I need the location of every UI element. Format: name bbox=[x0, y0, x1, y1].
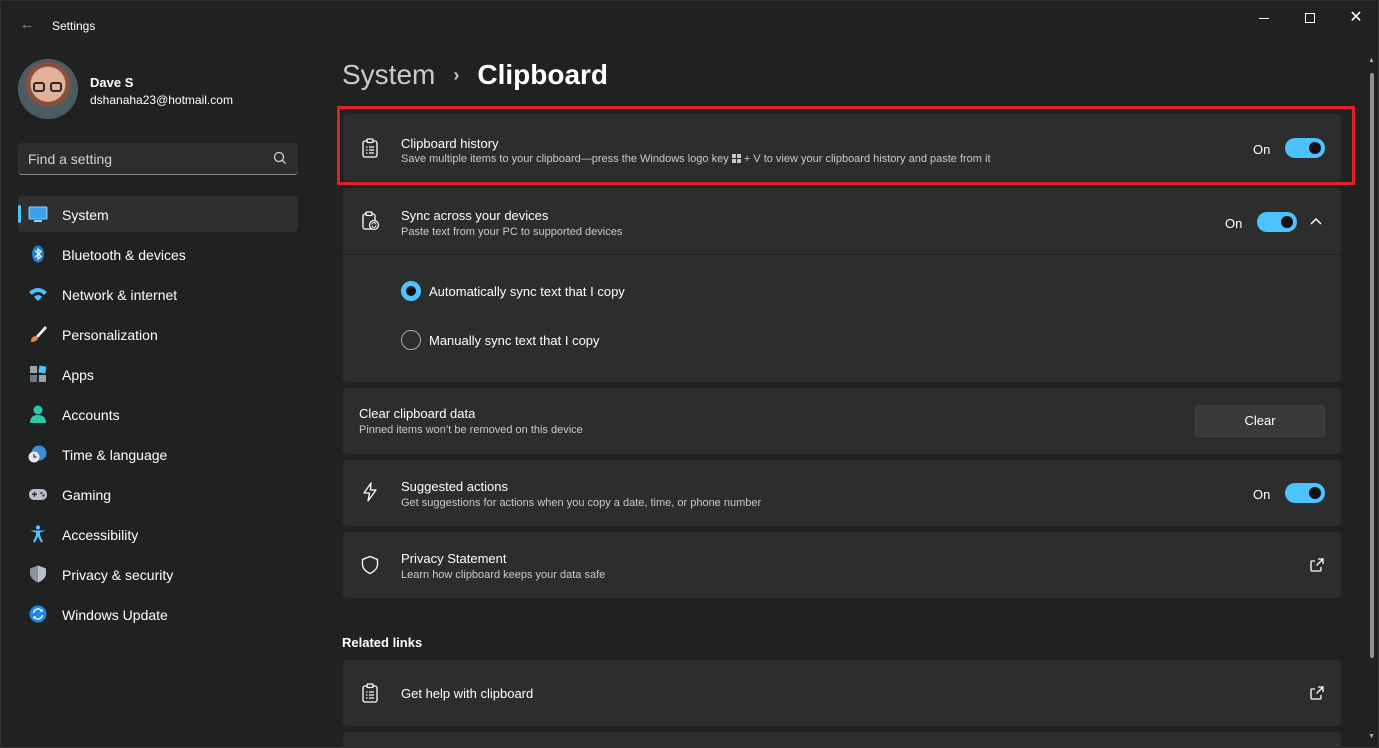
sync-subtitle: Paste text from your PC to supported dev… bbox=[401, 226, 623, 238]
monitor-icon bbox=[28, 206, 48, 222]
clipboard-list-icon bbox=[362, 683, 378, 703]
close-button[interactable]: ✕ bbox=[1333, 1, 1379, 35]
minimize-button[interactable] bbox=[1241, 1, 1287, 35]
sync-title: Sync across your devices bbox=[401, 208, 549, 223]
apps-icon bbox=[30, 365, 47, 382]
minimize-icon bbox=[1259, 17, 1269, 19]
toggle-knob bbox=[1281, 216, 1293, 228]
bluetooth-icon bbox=[32, 245, 44, 263]
avatar-glasses bbox=[33, 82, 63, 92]
sidebar-item-privacy[interactable]: Privacy & security bbox=[18, 556, 298, 592]
user-name: Dave S bbox=[90, 75, 134, 90]
manual-sync-radio[interactable] bbox=[401, 330, 421, 350]
sidebar-item-time-language[interactable]: Time & language bbox=[18, 436, 298, 472]
external-link-icon bbox=[1310, 558, 1324, 572]
search-input[interactable]: Find a setting bbox=[18, 143, 298, 175]
sidebar-item-label: Accessibility bbox=[62, 527, 139, 543]
suggested-actions-subtitle: Get suggestions for actions when you cop… bbox=[401, 497, 762, 509]
maximize-icon bbox=[1305, 13, 1315, 23]
related-links-heading: Related links bbox=[342, 635, 423, 650]
sidebar-item-system[interactable]: System bbox=[18, 196, 298, 232]
toggle-state-label: On bbox=[1225, 216, 1243, 231]
sidebar-item-apps[interactable]: Apps bbox=[18, 356, 298, 392]
title-bar: ← Settings ✕ bbox=[1, 1, 1378, 49]
user-email: dshanaha23@hotmail.com bbox=[90, 93, 233, 107]
sidebar-item-label: System bbox=[62, 207, 109, 223]
scrollbar[interactable]: ▲ ▼ bbox=[1368, 53, 1375, 745]
sidebar-item-label: Bluetooth & devices bbox=[62, 247, 186, 263]
external-link-icon bbox=[1310, 686, 1324, 700]
toggle-knob bbox=[1309, 487, 1321, 499]
chevron-right-icon: › bbox=[453, 64, 460, 85]
shield-outline-icon bbox=[361, 555, 379, 575]
back-arrow-icon[interactable]: ← bbox=[17, 15, 37, 35]
next-card-partial bbox=[343, 732, 1341, 748]
auto-sync-label[interactable]: Automatically sync text that I copy bbox=[429, 284, 625, 299]
get-help-card[interactable]: Get help with clipboard bbox=[343, 660, 1341, 726]
sidebar-item-personalization[interactable]: Personalization bbox=[18, 316, 298, 352]
sidebar-item-label: Accounts bbox=[62, 407, 120, 423]
suggested-actions-toggle[interactable] bbox=[1285, 483, 1325, 503]
clear-clipboard-card: Clear clipboard data Pinned items won’t … bbox=[343, 388, 1341, 454]
page-title: Clipboard bbox=[477, 59, 609, 90]
sidebar-item-accounts[interactable]: Accounts bbox=[18, 396, 298, 432]
sidebar-item-accessibility[interactable]: Accessibility bbox=[18, 516, 298, 552]
toggle-state-label: On bbox=[1253, 487, 1271, 502]
highlight-box bbox=[337, 106, 1355, 185]
sidebar-item-gaming[interactable]: Gaming bbox=[18, 476, 298, 512]
maximize-button[interactable] bbox=[1287, 1, 1333, 35]
sidebar-item-label: Personalization bbox=[62, 327, 158, 343]
auto-sync-radio[interactable] bbox=[401, 281, 421, 301]
suggested-actions-card: Suggested actions Get suggestions for ac… bbox=[343, 460, 1341, 526]
breadcrumb: System › Clipboard bbox=[342, 59, 608, 91]
avatar bbox=[18, 59, 78, 119]
clear-button[interactable]: Clear bbox=[1195, 405, 1325, 437]
breadcrumb-parent[interactable]: System bbox=[342, 59, 435, 91]
sidebar-item-label: Privacy & security bbox=[62, 567, 174, 583]
sidebar-item-label: Network & internet bbox=[62, 287, 178, 303]
search-placeholder: Find a setting bbox=[28, 151, 113, 167]
person-icon bbox=[30, 405, 46, 423]
sidebar-item-windows-update[interactable]: Windows Update bbox=[18, 596, 298, 632]
accessibility-icon bbox=[30, 525, 46, 543]
sidebar-item-network[interactable]: Network & internet bbox=[18, 276, 298, 312]
search-icon[interactable] bbox=[272, 150, 288, 166]
scroll-up-icon[interactable]: ▲ bbox=[1368, 57, 1375, 64]
manual-sync-label[interactable]: Manually sync text that I copy bbox=[429, 333, 600, 348]
sidebar-item-label: Gaming bbox=[62, 487, 112, 503]
gamepad-icon bbox=[29, 489, 47, 500]
clipboard-sync-icon bbox=[362, 211, 380, 231]
settings-window: ← Settings ✕ Dave S dshanaha23@hotmail.c… bbox=[0, 0, 1379, 748]
suggested-actions-title: Suggested actions bbox=[401, 479, 508, 494]
privacy-statement-title: Privacy Statement bbox=[401, 551, 507, 566]
shield-icon bbox=[30, 565, 46, 583]
clear-clipboard-title: Clear clipboard data bbox=[359, 406, 476, 421]
scroll-down-icon[interactable]: ▼ bbox=[1368, 733, 1375, 740]
brush-icon bbox=[31, 326, 47, 342]
app-title: Settings bbox=[52, 19, 96, 33]
sync-toggle[interactable] bbox=[1257, 212, 1297, 232]
sidebar-item-label: Time & language bbox=[62, 447, 168, 463]
privacy-statement-subtitle: Learn how clipboard keeps your data safe bbox=[401, 569, 606, 581]
sidebar-item-label: Windows Update bbox=[62, 607, 168, 623]
privacy-statement-card[interactable]: Privacy Statement Learn how clipboard ke… bbox=[343, 532, 1341, 598]
clear-clipboard-subtitle: Pinned items won’t be removed on this de… bbox=[359, 424, 583, 436]
lightning-icon bbox=[363, 482, 377, 502]
update-icon bbox=[29, 605, 47, 623]
get-help-title: Get help with clipboard bbox=[401, 686, 534, 701]
globe-clock-icon bbox=[28, 445, 47, 463]
sidebar-item-bluetooth[interactable]: Bluetooth & devices bbox=[18, 236, 298, 272]
scrollbar-thumb[interactable] bbox=[1370, 73, 1374, 658]
sidebar-item-label: Apps bbox=[62, 367, 94, 383]
sidebar-nav: System Bluetooth & devices Network & int… bbox=[18, 196, 298, 636]
chevron-up-icon[interactable] bbox=[1310, 216, 1322, 226]
close-icon: ✕ bbox=[1349, 9, 1363, 26]
wifi-icon bbox=[29, 288, 47, 301]
sync-header[interactable]: Sync across your devices Paste text from… bbox=[343, 188, 1341, 255]
user-profile[interactable]: Dave S dshanaha23@hotmail.com bbox=[18, 59, 308, 119]
